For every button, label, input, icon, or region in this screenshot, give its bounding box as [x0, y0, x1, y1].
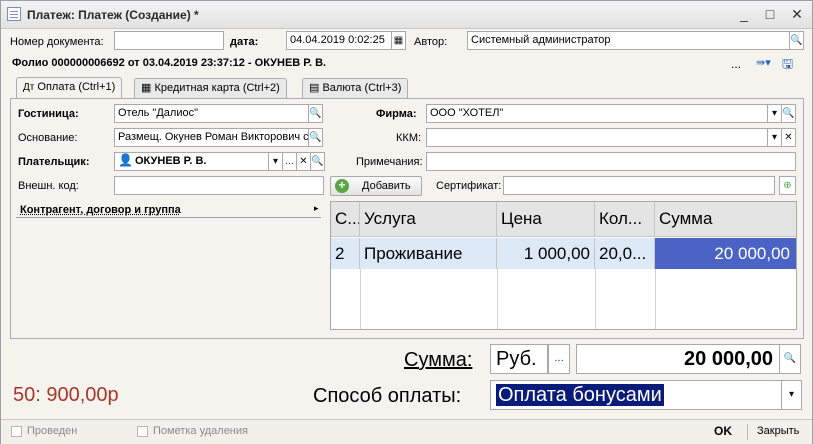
tab-currency[interactable]: ▤ Валюта (Ctrl+3) [302, 78, 409, 98]
date-field[interactable]: 04.04.2019 0:02:25 [286, 31, 392, 50]
tab-currency-label: Валюта (Ctrl+3) [322, 82, 402, 94]
credit-card-icon: ▦ [141, 82, 152, 94]
table-cell[interactable]: 2 [331, 238, 360, 269]
folio-text: Фолио 000000006692 от 03.04.2019 23:37:1… [12, 57, 327, 69]
hotel-field[interactable]: Отель "Далиос" [114, 104, 309, 123]
title-bar: Платеж: Платеж (Создание) * _ □ ✕ [1, 1, 812, 29]
note-field[interactable] [426, 152, 796, 171]
author-label: Автор: [414, 36, 448, 48]
more-button[interactable]: ... [731, 57, 741, 71]
payer-search-icon[interactable]: 🔍 [310, 152, 325, 171]
grid-line [595, 269, 596, 329]
posted-checkbox[interactable] [11, 426, 22, 437]
column-header[interactable]: Услуга [360, 202, 497, 237]
payment-method-field[interactable]: Оплата бонусами [490, 380, 782, 410]
column-header[interactable]: Цена [497, 202, 595, 237]
payment-window: Платеж: Платеж (Создание) * _ □ ✕ Номер … [0, 0, 813, 444]
column-header[interactable]: Кол... [595, 202, 655, 237]
group-divider [16, 217, 321, 218]
close-button[interactable]: Закрыть [757, 425, 799, 437]
payment-method-label: Способ оплаты: [313, 385, 462, 407]
basis-search-icon[interactable]: 🔍 [308, 128, 323, 147]
calendar-icon[interactable]: ▦ [391, 31, 406, 50]
column-header[interactable]: С... [331, 202, 360, 237]
payer-select-button[interactable]: … [282, 152, 297, 171]
cert-label: Сертификат: [436, 180, 502, 192]
table-cell[interactable]: Проживание [360, 238, 497, 269]
close-window-button[interactable]: ✕ [788, 6, 806, 22]
firm-field[interactable]: ООО "ХОТЕЛ" [426, 104, 769, 123]
window-title: Платеж: Платеж (Создание) * [27, 8, 199, 22]
column-header[interactable]: Сумма [655, 202, 796, 237]
payer-label: Плательщик: [18, 156, 90, 168]
posted-label: Проведен [27, 425, 78, 437]
status-bar: Проведен Пометка удаления OK Закрыть [1, 419, 812, 444]
table-cell[interactable]: 1 000,00 [497, 238, 595, 269]
sum-search-icon[interactable]: 🔍 [779, 344, 801, 374]
deletion-mark-checkbox[interactable] [137, 426, 148, 437]
basis-field[interactable]: Размещ. Окунев Роман Викторович с [114, 128, 309, 147]
debit-icon: Дт [23, 82, 35, 93]
note-label: Примечания: [356, 156, 423, 168]
minimize-button[interactable]: _ [735, 6, 753, 22]
table-cell[interactable]: 20,0... [595, 238, 655, 269]
search-icon[interactable]: 🔍 [789, 31, 804, 50]
expand-arrow-icon[interactable]: ▸ [314, 203, 319, 214]
doc-number-field[interactable] [114, 31, 224, 50]
ok-button[interactable]: OK [714, 424, 732, 438]
kkm-clear-icon[interactable]: ✕ [781, 128, 796, 147]
calculator-icon: ▤ [309, 82, 320, 94]
payer-dropdown-icon[interactable]: ▾ [268, 152, 283, 171]
cert-add-icon[interactable]: ⊕ [779, 176, 796, 195]
payment-method-value: Оплата бонусами [496, 384, 664, 406]
table-cell-selected[interactable]: 20 000,00 [655, 238, 796, 269]
firm-dropdown-icon[interactable]: ▾ [767, 104, 782, 123]
payment-dropdown-icon[interactable]: ▾ [781, 380, 802, 410]
tab-payment[interactable]: Дт Оплата (Ctrl+1) [16, 77, 123, 99]
tab-credit-card-label: Кредитная карта (Ctrl+2) [154, 82, 280, 94]
kkm-dropdown-icon[interactable]: ▾ [767, 128, 782, 147]
firm-search-icon[interactable]: 🔍 [781, 104, 796, 123]
nav-arrow-icon[interactable]: ⇛▾ [756, 56, 771, 69]
payer-field[interactable]: ОКУНЕВ Р. В. [114, 152, 269, 171]
tab-payment-label: Оплата (Ctrl+1) [37, 81, 116, 93]
doc-number-label: Номер документа: [10, 36, 104, 48]
grid-line [497, 269, 498, 329]
ext-code-field[interactable] [114, 176, 324, 195]
date-label: дата: [230, 36, 259, 48]
grid-line [360, 269, 361, 329]
currency-field[interactable]: Руб. [490, 344, 548, 374]
author-field[interactable]: Системный администратор [467, 31, 790, 50]
kkm-field[interactable] [426, 128, 769, 147]
hotel-search-icon[interactable]: 🔍 [308, 104, 323, 123]
maximize-button[interactable]: □ [761, 6, 779, 22]
cert-field[interactable] [503, 176, 775, 195]
person-icon: 👤 [118, 153, 133, 167]
add-button[interactable]: + Добавить [330, 176, 422, 196]
bonus-balance: 50: 900,00р [13, 384, 119, 406]
kkm-label: ККМ: [396, 132, 422, 144]
divider [747, 424, 748, 440]
document-icon [7, 7, 21, 21]
sum-label: Сумма: [404, 349, 473, 371]
deletion-mark-label: Пометка удаления [153, 425, 248, 437]
tab-credit-card[interactable]: ▦ Кредитная карта (Ctrl+2) [134, 78, 287, 98]
hotel-label: Гостиница: [18, 108, 79, 120]
contractor-group-header[interactable]: Контрагент, договор и группа [20, 204, 181, 216]
firm-label: Фирма: [376, 108, 417, 120]
sum-field[interactable]: 20 000,00 [576, 344, 780, 374]
services-table[interactable]: С... Услуга Цена Кол... Сумма 2 Проживан… [330, 201, 797, 330]
plus-icon: + [335, 179, 349, 193]
payer-clear-icon[interactable]: ✕ [296, 152, 311, 171]
save-icon[interactable]: 🖫 [782, 55, 793, 77]
add-button-label: Добавить [362, 180, 411, 192]
currency-select-button[interactable]: … [548, 344, 570, 374]
grid-line [655, 269, 656, 329]
basis-label: Основание: [18, 132, 78, 144]
ext-code-label: Внешн. код: [18, 180, 79, 192]
